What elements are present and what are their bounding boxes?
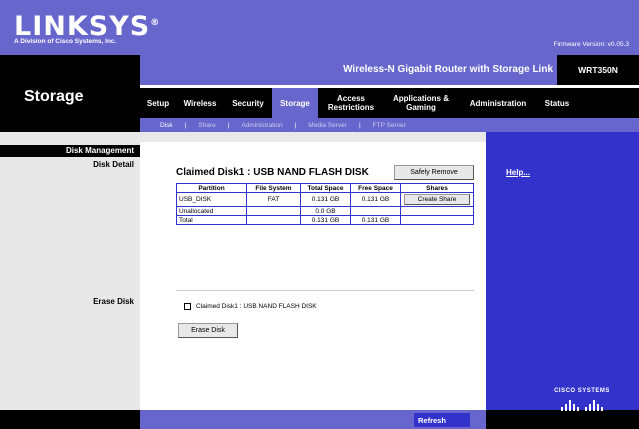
subtab-separator: | bbox=[294, 121, 297, 129]
subtab-ftp-server[interactable]: FTP Server bbox=[369, 122, 410, 129]
tab-security[interactable]: Security bbox=[224, 88, 272, 118]
cell-total: 0.0 GB bbox=[300, 206, 351, 216]
cisco-logo: CISCO SYSTEMS bbox=[551, 388, 613, 428]
erase-checkbox-row: Claimed Disk1 : USB NAND FLASH DISK bbox=[184, 303, 317, 310]
cell-total: 0.131 GB bbox=[300, 215, 351, 225]
sub-tabs: Disk | Share | Administration | Media Se… bbox=[140, 118, 639, 132]
product-band-right: Wireless-N Gigabit Router with Storage L… bbox=[140, 55, 639, 85]
disk-detail-label: Disk Detail bbox=[93, 160, 134, 169]
main-top-bar bbox=[140, 132, 486, 142]
disk-table: Partition File System Total Space Free S… bbox=[176, 183, 474, 225]
claimed-disk-title: Claimed Disk1 : USB NAND FLASH DISK bbox=[176, 167, 369, 178]
help-link[interactable]: Help... bbox=[506, 168, 530, 177]
logo-subtitle: A Division of Cisco Systems, Inc. bbox=[14, 38, 117, 45]
cell-free: 0.131 GB bbox=[350, 215, 401, 225]
cell-fs bbox=[246, 215, 301, 225]
claimed-disk-checkbox[interactable] bbox=[184, 303, 191, 310]
claimed-disk-checkbox-label: Claimed Disk1 : USB NAND FLASH DISK bbox=[196, 303, 317, 310]
tab-applications-gaming[interactable]: Applications & Gaming bbox=[384, 88, 458, 118]
col-total-space: Total Space bbox=[300, 183, 351, 193]
cell-partition: Unallocated bbox=[176, 206, 247, 216]
col-file-system: File System bbox=[246, 183, 301, 193]
table-header-row: Partition File System Total Space Free S… bbox=[176, 183, 474, 193]
firmware-version: Firmware Version: v0.05.3 bbox=[553, 41, 629, 48]
subtab-share[interactable]: Share bbox=[194, 122, 219, 129]
tab-administration[interactable]: Administration bbox=[458, 88, 538, 118]
subtab-separator: | bbox=[358, 121, 361, 129]
tab-storage[interactable]: Storage bbox=[272, 88, 318, 118]
tab-setup[interactable]: Setup bbox=[140, 88, 176, 118]
subtab-separator: | bbox=[184, 121, 187, 129]
tab-wireless[interactable]: Wireless bbox=[176, 88, 224, 118]
table-row: Unallocated 0.0 GB bbox=[176, 206, 474, 216]
cell-free bbox=[350, 206, 401, 216]
cell-partition: USB_DISK bbox=[176, 192, 247, 207]
cell-free: 0.131 GB bbox=[350, 192, 401, 207]
col-partition: Partition bbox=[176, 183, 247, 193]
subtab-media-server[interactable]: Media Server bbox=[304, 122, 351, 129]
safely-remove-button[interactable]: Safely Remove bbox=[394, 165, 474, 180]
table-row: Total 0.131 GB 0.131 GB bbox=[176, 215, 474, 225]
subtab-administration[interactable]: Administration bbox=[237, 122, 286, 129]
create-share-button[interactable]: Create Share bbox=[404, 194, 470, 205]
cell-fs bbox=[246, 206, 301, 216]
left-column bbox=[0, 132, 140, 410]
tab-status[interactable]: Status bbox=[538, 88, 576, 118]
cell-shares: Create Share bbox=[400, 192, 474, 207]
linksys-logo: LINKSYS® bbox=[14, 11, 161, 42]
col-shares: Shares bbox=[400, 183, 474, 193]
col-free-space: Free Space bbox=[350, 183, 401, 193]
cisco-bars-icon bbox=[551, 397, 613, 411]
cell-shares bbox=[400, 215, 474, 225]
cisco-logo-text: CISCO SYSTEMS bbox=[554, 388, 610, 394]
refresh-button[interactable]: Refresh bbox=[414, 413, 470, 427]
main-tabs: Setup Wireless Security Storage Access R… bbox=[140, 88, 639, 118]
page-title: Storage bbox=[24, 88, 84, 105]
subtab-separator: | bbox=[227, 121, 230, 129]
disk-management-heading: Disk Management bbox=[0, 145, 140, 157]
tab-access-restrictions[interactable]: Access Restrictions bbox=[318, 88, 384, 118]
product-name: Wireless-N Gigabit Router with Storage L… bbox=[343, 64, 553, 75]
cell-fs: FAT bbox=[246, 192, 301, 207]
subtab-disk[interactable]: Disk bbox=[156, 122, 177, 129]
erase-disk-button[interactable]: Erase Disk bbox=[178, 323, 238, 338]
cell-shares bbox=[400, 206, 474, 216]
cell-partition: Total bbox=[176, 215, 247, 225]
header: LINKSYS® A Division of Cisco Systems, In… bbox=[0, 0, 639, 55]
cell-total: 0.131 GB bbox=[300, 192, 351, 207]
erase-disk-label: Erase Disk bbox=[93, 297, 134, 306]
product-band: Wireless-N Gigabit Router with Storage L… bbox=[0, 55, 639, 85]
table-row: USB_DISK FAT 0.131 GB 0.131 GB Create Sh… bbox=[176, 192, 474, 207]
erase-divider bbox=[176, 290, 474, 291]
model-number: WRT350N bbox=[557, 55, 639, 85]
